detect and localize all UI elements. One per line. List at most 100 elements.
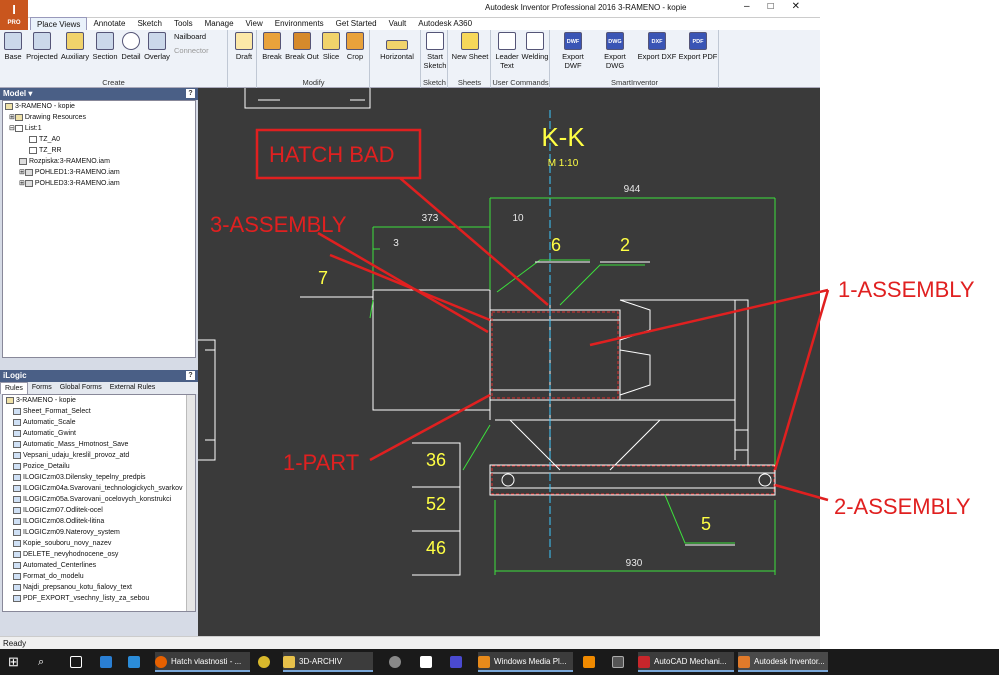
rule-label: ILOGICzm05a.Svarovani_ocelovych_konstruk… bbox=[23, 496, 172, 503]
edge-icon[interactable] bbox=[100, 652, 116, 672]
rule-item[interactable]: ILOGICzm05a.Svarovani_ocelovych_konstruk… bbox=[3, 494, 195, 505]
start-icon[interactable]: ⊞ bbox=[8, 652, 28, 672]
rule-label: Vepsani_udaju_kreslil_provoz_atd bbox=[23, 452, 130, 459]
taskbar-inventor[interactable]: Autodesk Inventor... bbox=[738, 652, 828, 672]
drawing-canvas[interactable]: K-K M 1:10 944 373 10 3 930 7 6 2 5 36 5… bbox=[198, 88, 820, 636]
model-panel-title[interactable]: Model ▾ bbox=[3, 89, 32, 98]
horizontal-label: Horizontal bbox=[380, 52, 414, 61]
taskbar-media-player[interactable]: Windows Media Pl... bbox=[478, 652, 573, 672]
taskbar-firefox[interactable]: Hatch vlastnosti - ... bbox=[155, 652, 250, 672]
pinned-app-icon[interactable] bbox=[128, 652, 144, 672]
rule-item[interactable]: Vepsani_udaju_kreslil_provoz_atd bbox=[3, 450, 195, 461]
slice-button[interactable]: Slice bbox=[320, 32, 342, 61]
ilogic-panel-title: iLogic bbox=[3, 371, 27, 380]
rule-item[interactable]: PDF_EXPORT_vsechny_listy_za_sebou bbox=[3, 593, 195, 604]
draft-button[interactable]: Draft bbox=[232, 32, 256, 61]
rule-item[interactable]: ILOGICzm03.Dilensky_tepelny_predpis bbox=[3, 472, 195, 483]
minimize-icon[interactable]: – bbox=[744, 1, 768, 12]
search-icon[interactable]: ⌕ bbox=[38, 652, 54, 672]
store-icon[interactable] bbox=[420, 652, 436, 672]
rule-item[interactable]: Format_do_modelu bbox=[3, 571, 195, 582]
new-sheet-button[interactable]: New Sheet bbox=[451, 32, 489, 61]
base-button[interactable]: Base bbox=[2, 32, 24, 61]
tab-a360[interactable]: Autodesk A360 bbox=[412, 17, 478, 30]
export-dwf-button[interactable]: DWF Export DWF bbox=[553, 32, 593, 70]
taskbar-explorer[interactable]: 3D-ARCHIV bbox=[283, 652, 373, 672]
break-out-button[interactable]: Break Out bbox=[285, 32, 319, 61]
tab-tools[interactable]: Tools bbox=[168, 17, 199, 30]
vlc-icon[interactable] bbox=[583, 652, 599, 672]
overlay-button[interactable]: Overlay bbox=[143, 32, 171, 61]
rule-item[interactable]: Sheet_Format_Select bbox=[3, 406, 195, 417]
window-controls[interactable]: –□✕ bbox=[744, 1, 818, 12]
detail-button[interactable]: Detail bbox=[120, 32, 142, 61]
connector-button[interactable]: Connector bbox=[174, 46, 226, 55]
smartinventor-group-title: SmartInventor bbox=[610, 78, 659, 87]
tab-manage[interactable]: Manage bbox=[199, 17, 240, 30]
crop-button[interactable]: Crop bbox=[344, 32, 366, 61]
break-button[interactable]: Break bbox=[260, 32, 284, 61]
rule-item[interactable]: Automatic_Scale bbox=[3, 417, 195, 428]
section-button[interactable]: Section bbox=[91, 32, 119, 61]
nailboard-button[interactable]: Nailboard bbox=[174, 32, 226, 41]
tree-item[interactable]: TZ_A0 bbox=[3, 134, 195, 145]
tree-item[interactable]: Rozpiska:3-RAMENO.iam bbox=[3, 156, 195, 167]
start-sketch-button[interactable]: Start Sketch bbox=[423, 32, 447, 70]
maximize-icon[interactable]: □ bbox=[768, 1, 792, 12]
tab-global-forms[interactable]: Global Forms bbox=[56, 382, 106, 394]
tab-view[interactable]: View bbox=[240, 17, 269, 30]
pinned-app-icon[interactable] bbox=[450, 652, 466, 672]
break-out-icon bbox=[293, 32, 311, 50]
tab-external-rules[interactable]: External Rules bbox=[106, 382, 160, 394]
rule-item[interactable]: Pozice_Detailu bbox=[3, 461, 195, 472]
tree-item[interactable]: 3-RAMENO - kopie bbox=[3, 101, 195, 112]
tab-get-started[interactable]: Get Started bbox=[330, 17, 383, 30]
rules-root[interactable]: 3-RAMENO - kopie bbox=[3, 395, 195, 406]
task-view-icon[interactable] bbox=[70, 652, 86, 672]
tab-vault[interactable]: Vault bbox=[383, 17, 413, 30]
rule-item[interactable]: ILOGICzm07.Odlitek-ocel bbox=[3, 505, 195, 516]
model-panel-header[interactable]: Model ▾? bbox=[0, 88, 198, 100]
chrome-icon[interactable] bbox=[258, 652, 274, 672]
taskbar-autocad[interactable]: AutoCAD Mechani... bbox=[638, 652, 734, 672]
leader-text-button[interactable]: Leader Text bbox=[494, 32, 520, 70]
rule-item[interactable]: Automatic_Mass_Hmotnost_Save bbox=[3, 439, 195, 450]
auxiliary-button[interactable]: Auxiliary bbox=[60, 32, 90, 61]
application-menu-button[interactable]: I PRO bbox=[0, 0, 28, 30]
rule-item[interactable]: ILOGICzm04a.Svarovani_technologickych_sv… bbox=[3, 483, 195, 494]
rule-item[interactable]: Automatic_Gwint bbox=[3, 428, 195, 439]
rule-item[interactable]: Kopie_souboru_novy_nazev bbox=[3, 538, 195, 549]
tab-rules[interactable]: Rules bbox=[0, 382, 28, 394]
start-sketch-icon bbox=[426, 32, 444, 50]
tab-environments[interactable]: Environments bbox=[269, 17, 330, 30]
tab-annotate[interactable]: Annotate bbox=[87, 17, 131, 30]
welding-button[interactable]: Welding bbox=[521, 32, 549, 61]
tab-place-views[interactable]: Place Views bbox=[30, 17, 88, 30]
ilogic-tabs: Rules Forms Global Forms External Rules bbox=[0, 382, 198, 394]
tree-item[interactable]: ⊞ POHLED1:3-RAMENO.iam bbox=[3, 167, 195, 178]
close-icon[interactable]: ✕ bbox=[792, 1, 818, 12]
tree-item[interactable]: ⊞ POHLED3:3-RAMENO.iam bbox=[3, 178, 195, 189]
rule-item[interactable]: ILOGICzm08.Odlitek-litina bbox=[3, 516, 195, 527]
rule-item[interactable]: Najdi_prepsanou_kotu_fialovy_text bbox=[3, 582, 195, 593]
export-dxf-button[interactable]: DXF Export DXF bbox=[637, 32, 677, 61]
rules-scrollbar[interactable] bbox=[186, 395, 195, 611]
rule-item[interactable]: ILOGICzm09.Naterovy_system bbox=[3, 527, 195, 538]
help-icon[interactable]: ? bbox=[186, 371, 195, 380]
rule-item[interactable]: Automated_Centerlines bbox=[3, 560, 195, 571]
base-label: Base bbox=[4, 52, 22, 61]
help-icon[interactable]: ? bbox=[186, 89, 195, 98]
horizontal-button[interactable]: Horizontal bbox=[375, 32, 419, 61]
tree-item[interactable]: TZ_RR bbox=[3, 145, 195, 156]
tab-forms[interactable]: Forms bbox=[28, 382, 56, 394]
tree-item[interactable]: ⊞ Drawing Resources bbox=[3, 112, 195, 123]
ilogic-panel-header[interactable]: iLogic? bbox=[0, 370, 198, 382]
projected-button[interactable]: Projected bbox=[25, 32, 59, 61]
export-dwg-button[interactable]: DWG Export DWG bbox=[594, 32, 636, 70]
export-pdf-button[interactable]: PDF Export PDF bbox=[678, 32, 718, 61]
tree-item[interactable]: ⊟ List:1 bbox=[3, 123, 195, 134]
tab-sketch[interactable]: Sketch bbox=[131, 17, 167, 30]
rule-item[interactable]: DELETE_nevyhodnocene_osy bbox=[3, 549, 195, 560]
calculator-icon[interactable] bbox=[612, 652, 628, 672]
pinned-app-icon[interactable] bbox=[389, 652, 405, 672]
